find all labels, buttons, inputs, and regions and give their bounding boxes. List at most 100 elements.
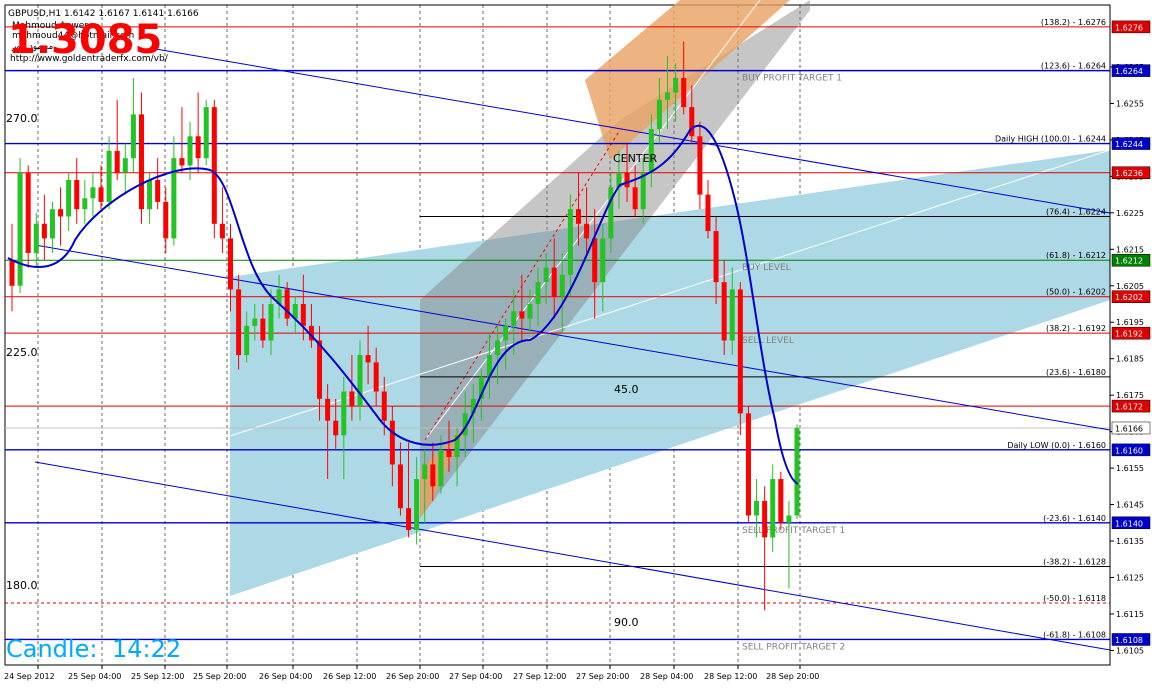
y-tick-label-12: 1.6225: [1116, 209, 1144, 218]
angle-label-1: 225.0: [6, 346, 38, 359]
candle-body-24: [203, 107, 209, 159]
candle-body-71: [584, 223, 590, 239]
candle-body-0: [9, 260, 15, 286]
level-1-6264-label: (123.6) - 1.6264: [1041, 62, 1106, 71]
candle-body-16: [138, 114, 144, 210]
candle-body-90: [737, 289, 743, 414]
candle-body-52: [430, 464, 436, 487]
level-1-6224-label: (76.4) - 1.6224: [1046, 207, 1106, 216]
candle-body-3: [33, 223, 39, 253]
level-1-6140-target-text: SELL PROFIT TARGET 1: [742, 526, 845, 536]
candle-body-63: [519, 311, 525, 319]
candle-body-30: [252, 318, 258, 326]
level-1-6108-badge-text: 1.6108: [1115, 636, 1143, 645]
candle-body-40: [333, 420, 339, 436]
candle-body-10: [90, 187, 96, 199]
level-1-6212-badge-text: 1.6212: [1115, 257, 1143, 266]
level-1-6118-label: (-50.0) - 1.6118: [1043, 594, 1106, 603]
level-1-6166-badge-text: 1.6166: [1115, 424, 1143, 433]
x-tick-label-11: 28 Sep 12:00: [704, 672, 757, 681]
y-tick-label-0: 1.6105: [1116, 646, 1144, 655]
y-tick-label-15: 1.6255: [1116, 99, 1144, 108]
candle-body-62: [511, 311, 517, 326]
candle-body-15: [130, 114, 136, 159]
level-1-6160-badge-text: 1.6160: [1115, 446, 1143, 455]
price-chart[interactable]: (138.2) - 1.6276 (123.6) - 1.6264 BUY PROF…: [0, 0, 1152, 686]
candle-body-46: [381, 391, 387, 421]
candle-body-29: [244, 325, 250, 356]
candle-body-13: [114, 150, 120, 173]
x-tick-label-7: 27 Sep 04:00: [449, 672, 502, 681]
candle-body-9: [82, 198, 88, 210]
candle-body-69: [567, 209, 573, 275]
candle-body-31: [260, 318, 266, 341]
candle-body-54: [446, 449, 452, 458]
candle-body-8: [74, 180, 80, 210]
candle-body-76: [624, 172, 630, 188]
candle-body-66: [543, 267, 549, 283]
level-1-6172-badge-text: 1.6172: [1115, 403, 1143, 412]
level-1-6192-badge-text: 1.6192: [1115, 330, 1143, 339]
gann-label-0: 45.0: [614, 383, 639, 396]
y-tick-label-5: 1.6155: [1116, 464, 1144, 473]
candle-body-78: [640, 172, 646, 210]
candle-body-72: [592, 238, 598, 283]
candle-body-81: [665, 92, 671, 100]
candle-body-91: [745, 413, 751, 516]
candle-body-88: [721, 282, 727, 341]
level-1-6244-label: Daily HIGH (100.0) - 1.6244: [995, 135, 1106, 144]
candle-body-97: [794, 427, 800, 516]
level-1-6244-badge-text: 1.6244: [1115, 140, 1143, 149]
level-1-6276-label: (138.2) - 1.6276: [1041, 18, 1106, 27]
big-price-number: 1.3085: [8, 17, 162, 63]
candle-body-39: [325, 398, 331, 421]
y-tick-label-7: 1.6175: [1116, 391, 1144, 400]
y-tick-label-11: 1.6215: [1116, 245, 1144, 254]
candle-body-18: [155, 180, 161, 202]
candle-body-17: [147, 180, 153, 210]
y-tick-label-9: 1.6195: [1116, 318, 1144, 327]
candle-body-38: [317, 340, 323, 399]
candle-body-34: [284, 289, 290, 319]
level-1-6108-target-text: SELL PROFIT TARGET 2: [742, 642, 845, 652]
candle-body-60: [495, 340, 501, 356]
y-tick-label-4: 1.6145: [1116, 501, 1144, 510]
candle-body-50: [414, 479, 420, 531]
x-tick-label-3: 25 Sep 20:00: [193, 672, 246, 681]
candle-body-12: [106, 150, 112, 202]
candle-body-83: [681, 77, 687, 108]
candle-body-86: [705, 194, 711, 232]
level-1-6192-target-text: SELL LEVEL: [742, 336, 794, 346]
level-1-6212-label: (61.8) - 1.6212: [1046, 251, 1106, 260]
candle-body-85: [697, 136, 703, 195]
x-tick-label-6: 26 Sep 20:00: [386, 672, 439, 681]
level-1-6264-target-text: BUY PROFIT TARGET 1: [742, 74, 842, 84]
candle-body-48: [397, 464, 403, 509]
candle-body-2: [25, 172, 31, 253]
candle-body-80: [656, 99, 662, 129]
level-1-6264-badge-text: 1.6264: [1115, 67, 1143, 76]
level-1-6128-label: (-38.2) - 1.6128: [1043, 558, 1106, 567]
candle-body-51: [422, 464, 428, 480]
level-1-6140-label: (-23.6) - 1.6140: [1043, 514, 1106, 523]
candle-body-67: [551, 267, 557, 297]
level-1-6192-label: (38.2) - 1.6192: [1046, 324, 1106, 333]
x-tick-label-9: 27 Sep 20:00: [576, 672, 629, 681]
y-tick-label-10: 1.6205: [1116, 282, 1144, 291]
level-1-6108-label: (-61.8) - 1.6108: [1043, 630, 1106, 639]
candle-body-96: [786, 515, 792, 523]
candle-body-47: [389, 420, 395, 465]
candle-body-36: [300, 304, 306, 326]
candle-body-93: [762, 500, 768, 538]
candle-body-45: [373, 362, 379, 392]
chart-root: (138.2) - 1.6276 (123.6) - 1.6264 BUY PROF…: [0, 0, 1152, 686]
candle-body-26: [219, 223, 225, 239]
candle-body-42: [349, 391, 355, 407]
level-1-6180-label: (23.6) - 1.6180: [1046, 368, 1106, 377]
level-1-6160-label: Daily LOW (0.0) - 1.6160: [1007, 441, 1106, 450]
level-1-6276-badge-text: 1.6276: [1115, 23, 1143, 32]
candle-body-32: [268, 304, 274, 341]
candle-body-1: [17, 172, 23, 286]
candle-body-22: [187, 136, 193, 166]
candle-body-74: [608, 187, 614, 239]
